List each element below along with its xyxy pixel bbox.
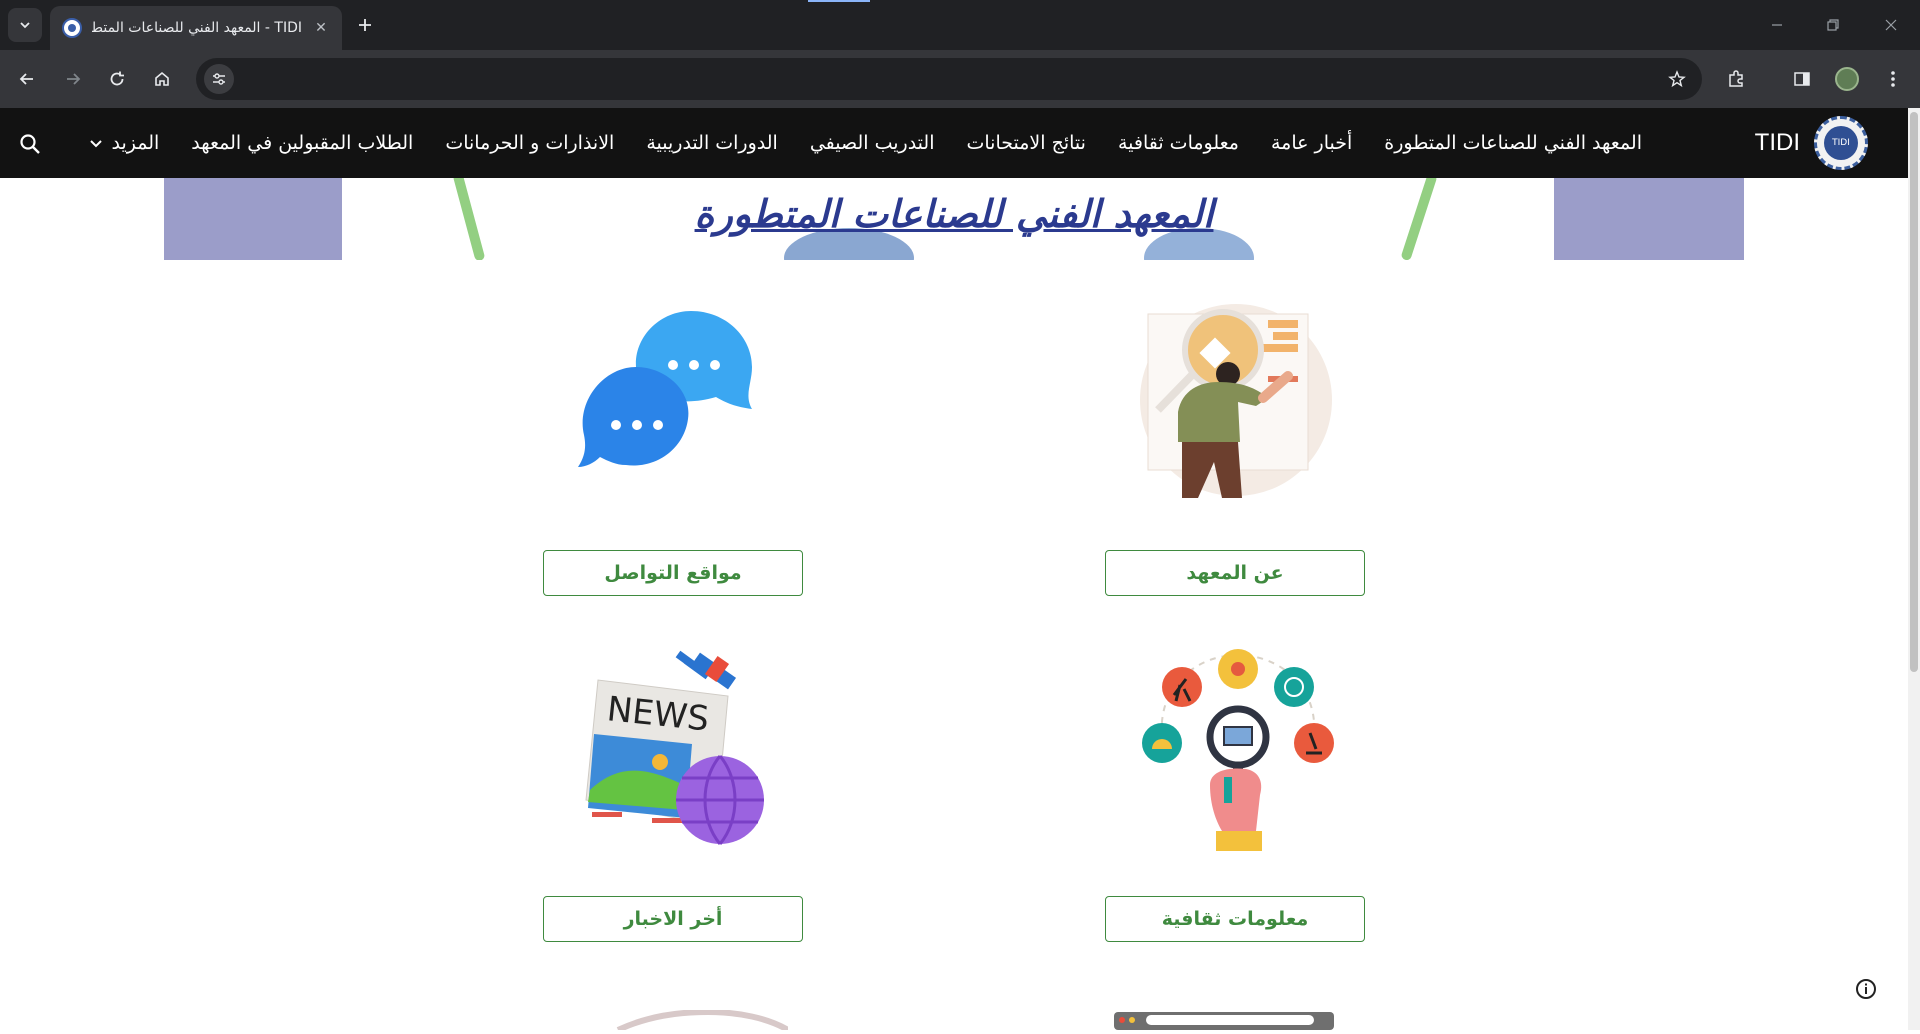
star-icon	[1668, 70, 1686, 88]
info-icon	[1856, 979, 1876, 999]
favicon-icon	[62, 18, 82, 38]
about-institute-button[interactable]: عن المعهد	[1105, 550, 1365, 596]
about-institute-illustration	[1138, 302, 1338, 498]
site-navbar: TIDI TIDI المعهد الفني للصناعات المتطورة…	[0, 108, 1908, 178]
tab-search-button[interactable]	[8, 8, 42, 42]
tune-icon	[213, 73, 225, 85]
browser-tab[interactable]: TIDI - المعهد الفني للصناعات المتطورة ✕	[50, 6, 342, 50]
chat-bubbles-illustration	[576, 305, 756, 475]
cultural-info-button[interactable]: معلومات ثقافية	[1105, 896, 1365, 942]
close-window-button[interactable]	[1878, 12, 1904, 38]
site-info-button[interactable]	[204, 64, 234, 94]
nav-link-summer-training[interactable]: التدريب الصيفي	[794, 132, 951, 154]
nav-more-label: المزيد	[111, 132, 160, 154]
brand[interactable]: TIDI TIDI	[1755, 116, 1868, 170]
close-icon	[1885, 19, 1897, 31]
chevron-down-icon	[20, 22, 30, 29]
social-media-button[interactable]: مواقع التواصل	[543, 550, 803, 596]
extensions-icon	[1729, 70, 1743, 87]
nav-link-exam-results[interactable]: نتائج الامتحانات	[951, 132, 1102, 154]
restore-button[interactable]	[1820, 12, 1846, 38]
page-title: المعهد الفني للصناعات المتطورة	[694, 192, 1214, 236]
chevron-down-icon	[90, 140, 103, 148]
latest-news-button[interactable]: أخر الاخبار	[543, 896, 803, 942]
hero-banner: المعهد الفني للصناعات المتطورة	[164, 178, 1744, 260]
news-illustration: NEWS	[582, 650, 768, 845]
browser-tabstrip: TIDI - المعهد الفني للصناعات المتطورة ✕	[0, 0, 1920, 50]
back-button[interactable]	[12, 64, 42, 94]
avatar	[1835, 67, 1859, 91]
extensions-button[interactable]	[1721, 64, 1751, 94]
address-bar[interactable]	[196, 58, 1702, 100]
page-scrollbar[interactable]	[1908, 108, 1920, 1030]
reload-icon	[110, 71, 124, 86]
plus-icon	[359, 19, 371, 31]
nav-link-institute[interactable]: المعهد الفني للصناعات المتطورة	[1368, 132, 1658, 154]
minimize-icon	[1772, 24, 1782, 26]
side-panel-button[interactable]	[1787, 64, 1817, 94]
new-tab-button[interactable]	[352, 12, 378, 38]
forward-button[interactable]	[58, 64, 88, 94]
institute-logo: TIDI	[1814, 116, 1868, 170]
back-icon	[19, 73, 33, 85]
forward-icon	[67, 73, 81, 85]
side-panel-icon	[1794, 72, 1810, 86]
search-icon	[20, 134, 40, 154]
logo-text: TIDI	[1824, 126, 1858, 160]
nav-link-training-courses[interactable]: الدورات التدريبية	[630, 132, 794, 154]
nav-more-dropdown[interactable]: المزيد	[73, 132, 175, 154]
info-button[interactable]	[1854, 977, 1878, 1001]
browser-toolbar	[0, 50, 1920, 108]
tab-title: TIDI - المعهد الفني للصناعات المتطورة	[92, 20, 302, 36]
tab-loading-indicator	[808, 0, 870, 2]
close-icon[interactable]: ✕	[312, 20, 330, 36]
home-icon	[155, 71, 169, 86]
partial-illustration	[608, 1008, 790, 1033]
reload-button[interactable]	[102, 64, 132, 94]
minimize-button[interactable]	[1764, 12, 1790, 38]
more-vert-icon	[1891, 71, 1895, 87]
profile-button[interactable]	[1832, 64, 1862, 94]
cultural-info-illustration	[1138, 645, 1338, 853]
brand-name: TIDI	[1754, 129, 1800, 156]
scrollbar-thumb[interactable]	[1910, 112, 1918, 672]
partial-illustration	[1114, 1012, 1334, 1030]
nav-link-cultural-info[interactable]: معلومات ثقافية	[1102, 132, 1255, 154]
nav-link-general-news[interactable]: أخبار عامة	[1255, 132, 1368, 154]
restore-icon	[1827, 19, 1839, 31]
search-button[interactable]	[16, 130, 44, 158]
bookmark-button[interactable]	[1664, 66, 1690, 92]
menu-button[interactable]	[1878, 64, 1908, 94]
nav-link-warnings[interactable]: الانذارات و الحرمانات	[429, 132, 630, 154]
nav-link-accepted-students[interactable]: الطلاب المقبولين في المعهد	[175, 132, 429, 154]
nav-links: المعهد الفني للصناعات المتطورة أخبار عام…	[73, 108, 1658, 178]
home-button[interactable]	[147, 64, 177, 94]
